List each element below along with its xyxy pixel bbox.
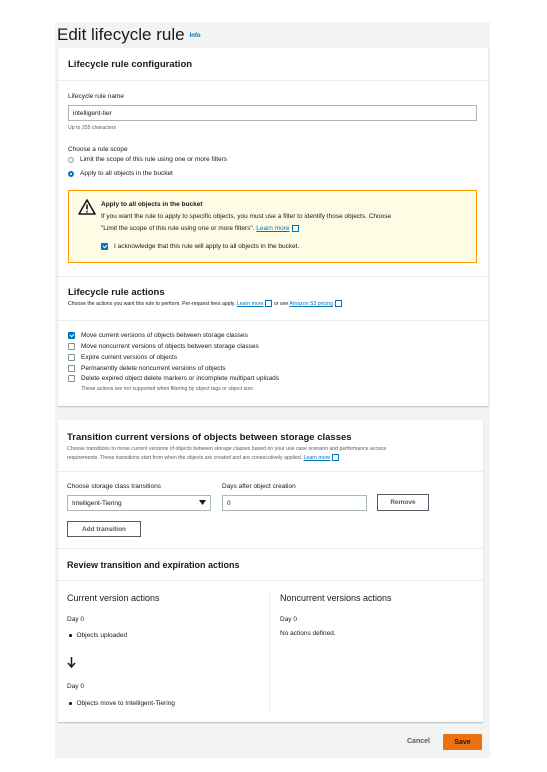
storage-class-value: Intelligent-Tiering	[72, 499, 122, 507]
info-link[interactable]: Info	[190, 33, 201, 39]
transition-description-text: requirements. These transitions start fr…	[67, 454, 303, 461]
divider	[58, 320, 488, 321]
current-actions-title: Current version actions	[67, 593, 160, 603]
external-link-icon	[335, 300, 342, 307]
action-expire-current-checkbox[interactable]	[68, 354, 75, 361]
divider	[58, 548, 483, 549]
actions-note: These actions are not supported when fil…	[81, 386, 255, 392]
actions-learn-more-link[interactable]: Learn more	[237, 301, 264, 307]
warning-body-line2: "Limit the scope of this rule using one …	[101, 225, 299, 232]
actions-section-title: Lifecycle rule actions	[68, 287, 165, 298]
page-header: Edit lifecycle rule Info	[57, 25, 201, 45]
action-move-current-checkbox[interactable]	[68, 332, 75, 339]
action-delete-noncurrent-checkbox[interactable]	[68, 365, 75, 372]
divider	[58, 471, 483, 472]
acknowledge-row[interactable]: I acknowledge that this rule will apply …	[101, 243, 299, 250]
scope-all-label: Apply to all objects in the bucket	[80, 170, 173, 177]
action-move-current-label: Move current versions of objects between…	[81, 332, 248, 339]
storage-class-select[interactable]: Intelligent-Tiering	[67, 495, 211, 511]
days-input[interactable]: 0	[222, 495, 367, 511]
remove-button[interactable]: Remove	[377, 494, 429, 511]
scope-option-all[interactable]: Apply to all objects in the bucket	[68, 170, 173, 177]
warning-icon	[78, 199, 96, 220]
caret-down-icon	[199, 499, 206, 507]
action-move-noncurrent-checkbox[interactable]	[68, 343, 75, 350]
current-bullet-move-text: Objects move to Intelligent-Tiering	[76, 700, 175, 707]
actions-description: Choose the actions you want this rule to…	[68, 300, 342, 307]
action-delete-noncurrent-label: Permanently delete noncurrent versions o…	[81, 365, 226, 372]
action-delete-markers-label: Delete expired object delete markers or …	[81, 375, 279, 382]
storage-class-label: Choose storage class transitions	[67, 483, 161, 490]
scope-option-filter[interactable]: Limit the scope of this rule using one o…	[68, 156, 227, 163]
divider	[58, 580, 483, 581]
arrow-down-icon	[67, 655, 76, 673]
current-bullet-uploaded-text: Objects uploaded	[76, 632, 128, 639]
review-section-title: Review transition and expiration actions	[67, 560, 240, 570]
noncurrent-actions-title: Noncurrent versions actions	[280, 593, 392, 603]
rule-name-value: intelligent-tier	[73, 109, 112, 117]
action-delete-markers-checkbox[interactable]	[68, 375, 75, 382]
rule-scope-label: Choose a rule scope	[68, 146, 128, 153]
divider	[58, 80, 488, 81]
external-link-icon	[332, 454, 340, 461]
config-section-title: Lifecycle rule configuration	[68, 59, 193, 70]
external-link-icon	[291, 225, 299, 232]
actions-description-text: Choose the actions you want this rule to…	[68, 300, 236, 307]
cancel-button[interactable]: Cancel	[407, 738, 430, 745]
save-button[interactable]: Save	[443, 734, 482, 750]
warning-body-text: "Limit the scope of this rule using one …	[101, 225, 255, 233]
pricing-link[interactable]: Amazon S3 pricing	[289, 301, 333, 307]
acknowledge-checkbox[interactable]	[101, 243, 108, 250]
scope-filter-label: Limit the scope of this rule using one o…	[80, 156, 228, 163]
column-divider	[269, 590, 270, 713]
transition-panel	[58, 420, 483, 722]
scope-filter-radio[interactable]	[68, 156, 74, 163]
warning-title: Apply to all objects in the bucket	[101, 201, 203, 208]
scope-all-radio[interactable]	[68, 170, 74, 177]
action-move-noncurrent-label: Move noncurrent versions of objects betw…	[81, 343, 259, 350]
action-move-noncurrent[interactable]: Move noncurrent versions of objects betw…	[68, 343, 259, 350]
transition-description-line2: requirements. These transitions start fr…	[67, 454, 340, 461]
noncurrent-no-actions: No actions defined.	[280, 630, 336, 637]
action-expire-current[interactable]: Expire current versions of objects	[68, 354, 177, 361]
add-transition-button[interactable]: Add transition	[67, 521, 141, 537]
transition-section-title: Transition current versions of objects b…	[67, 432, 352, 443]
days-value: 0	[227, 499, 231, 507]
action-delete-markers[interactable]: Delete expired object delete markers or …	[68, 375, 279, 382]
warning-learn-more-link[interactable]: Learn more	[256, 225, 289, 232]
current-day0-label: Day 0	[67, 616, 84, 623]
action-move-current[interactable]: Move current versions of objects between…	[68, 332, 248, 339]
rule-name-label: Lifecycle rule name	[68, 93, 124, 100]
actions-or-see: or see	[273, 300, 289, 307]
divider	[58, 276, 488, 277]
noncurrent-day0-label: Day 0	[280, 616, 297, 623]
rule-name-input[interactable]: intelligent-tier	[68, 105, 477, 121]
action-delete-noncurrent[interactable]: Permanently delete noncurrent versions o…	[68, 365, 226, 372]
days-label: Days after object creation	[222, 483, 296, 490]
current-bullet-uploaded: Objects uploaded	[69, 632, 128, 639]
action-expire-current-label: Expire current versions of objects	[81, 354, 178, 361]
acknowledge-label: I acknowledge that this rule will apply …	[114, 243, 300, 250]
rule-name-hint: Up to 255 characters	[68, 125, 117, 131]
current-bullet-move: Objects move to Intelligent-Tiering	[69, 700, 175, 707]
external-link-icon	[265, 300, 273, 307]
page-title: Edit lifecycle rule	[57, 25, 185, 44]
transition-learn-more-link[interactable]: Learn more	[304, 455, 331, 461]
warning-body-line1: If you want the rule to apply to specifi…	[101, 213, 392, 220]
current-day0-transition-label: Day 0	[67, 683, 84, 690]
transition-description-line1: Choose transitions to move current versi…	[67, 446, 387, 452]
